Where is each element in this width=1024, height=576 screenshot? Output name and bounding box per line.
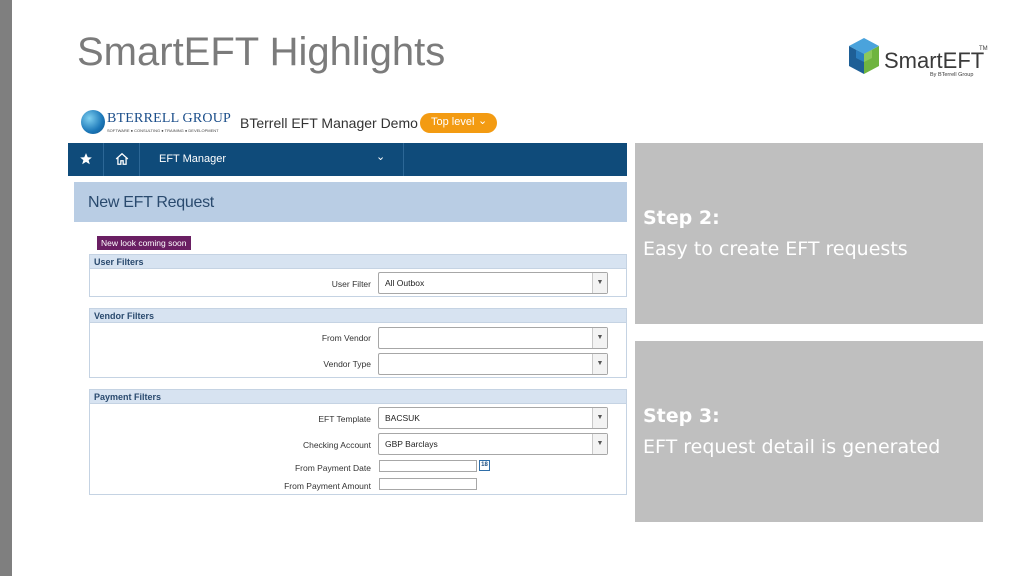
- from-payment-date-label: From Payment Date: [294, 463, 371, 473]
- eft-template-select[interactable]: BACSUK ▼: [378, 407, 608, 429]
- step-2-box: Step 2: Easy to create EFT requests: [635, 143, 983, 324]
- payment-filters-section: Payment Filters EFT Template BACSUK ▼ Ch…: [89, 389, 627, 495]
- page-title: New EFT Request: [88, 194, 214, 211]
- calendar-icon[interactable]: 18: [479, 460, 490, 471]
- from-vendor-select[interactable]: ▼: [378, 327, 608, 349]
- brand-subtitle: By BTerrell Group: [930, 72, 974, 78]
- new-look-badge: New look coming soon: [97, 236, 191, 250]
- company-tagline: SOFTWARE ● CONSULTING ● TRAINING ● DEVEL…: [107, 128, 219, 133]
- demo-title: BTerrell EFT Manager Demo: [240, 115, 418, 131]
- star-icon: [80, 153, 92, 165]
- slide-left-bar: [0, 0, 12, 576]
- from-payment-amount-label: From Payment Amount: [284, 481, 371, 491]
- from-payment-date-input[interactable]: [379, 460, 477, 472]
- user-filter-value: All Outbox: [385, 278, 425, 288]
- user-filters-heading: User Filters: [90, 255, 626, 269]
- user-filter-label: User Filter: [331, 279, 371, 289]
- user-filters-section: User Filters User Filter All Outbox ▼: [89, 254, 627, 297]
- smarteft-logo: SmartEFT TM By BTerrell Group: [846, 34, 996, 84]
- globe-icon: [81, 110, 105, 134]
- from-payment-amount-input[interactable]: [379, 478, 477, 490]
- checking-account-value: GBP Barclays: [385, 439, 438, 449]
- top-navbar: EFT Manager ⌄: [68, 143, 627, 176]
- step-3-box: Step 3: EFT request detail is generated: [635, 341, 983, 522]
- top-level-button[interactable]: Top level ⌄: [420, 113, 497, 133]
- step-2-title: Step 2:: [643, 207, 720, 229]
- step-3-description: EFT request detail is generated: [643, 436, 941, 458]
- eft-template-label: EFT Template: [318, 414, 371, 424]
- chevron-down-icon: ⌄: [478, 115, 488, 127]
- vendor-filters-section: Vendor Filters From Vendor ▼ Vendor Type…: [89, 308, 627, 378]
- vendor-type-label: Vendor Type: [323, 359, 371, 369]
- payment-filters-heading: Payment Filters: [90, 390, 626, 404]
- favorites-button[interactable]: [68, 143, 104, 176]
- cube-logo-icon: [849, 38, 879, 74]
- dropdown-arrow-icon: ▼: [592, 328, 607, 348]
- eft-manager-menu[interactable]: EFT Manager ⌄: [140, 143, 404, 176]
- slide-title: SmartEFT Highlights: [77, 30, 446, 74]
- checking-account-label: Checking Account: [302, 440, 371, 450]
- page-header: New EFT Request: [74, 182, 627, 222]
- brand-name: SmartEFT: [884, 48, 985, 73]
- step-2-description: Easy to create EFT requests: [643, 238, 908, 260]
- from-vendor-label: From Vendor: [321, 333, 371, 343]
- step-3-title: Step 3:: [643, 405, 720, 427]
- top-level-label: Top level: [431, 116, 475, 128]
- home-icon: [115, 152, 129, 165]
- dropdown-arrow-icon: ▼: [592, 434, 607, 454]
- brand-trademark: TM: [979, 46, 988, 52]
- checking-account-select[interactable]: GBP Barclays ▼: [378, 433, 608, 455]
- chevron-down-icon: ⌄: [376, 151, 386, 163]
- dropdown-arrow-icon: ▼: [592, 354, 607, 374]
- bterrell-group-logo: BTERRELL GROUP SOFTWARE ● CONSULTING ● T…: [81, 110, 236, 136]
- dropdown-arrow-icon: ▼: [592, 408, 607, 428]
- company-name: BTERRELL GROUP: [107, 111, 232, 126]
- home-button[interactable]: [104, 143, 140, 176]
- user-filter-select[interactable]: All Outbox ▼: [378, 272, 608, 294]
- vendor-type-select[interactable]: ▼: [378, 353, 608, 375]
- eft-manager-menu-label: EFT Manager: [159, 153, 227, 165]
- eft-template-value: BACSUK: [385, 413, 420, 423]
- vendor-filters-heading: Vendor Filters: [90, 309, 626, 323]
- dropdown-arrow-icon: ▼: [592, 273, 607, 293]
